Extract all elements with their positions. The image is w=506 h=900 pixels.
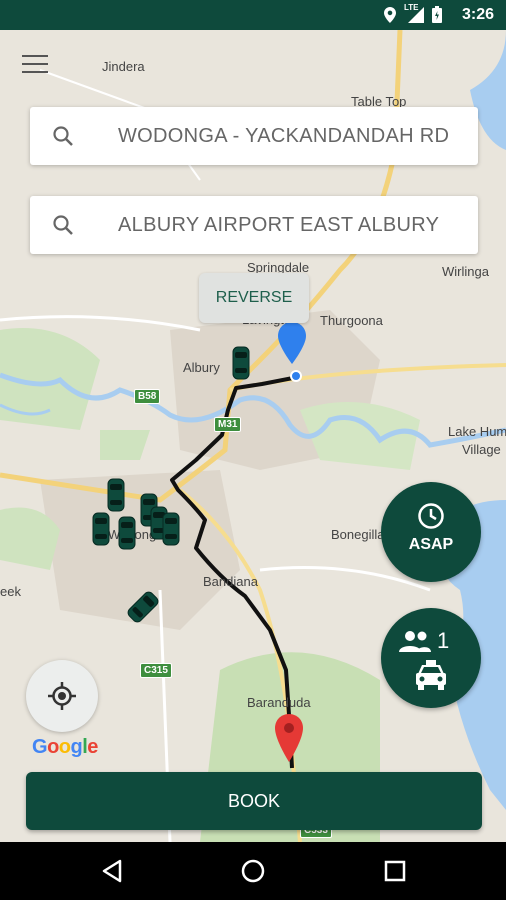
map-label-bandiana: Bandiana — [203, 574, 258, 589]
search-icon — [53, 126, 73, 146]
map-label-jindera: Jindera — [102, 59, 145, 74]
status-bar: LTE 3:26 — [0, 0, 506, 30]
map-label-albury: Albury — [183, 360, 220, 375]
clock-icon — [418, 503, 444, 529]
taxi-car-icon[interactable] — [118, 516, 136, 550]
crosshair-icon — [48, 682, 76, 710]
my-location-button[interactable] — [26, 660, 98, 732]
map-label-baranduda: Baranduda — [247, 695, 311, 710]
location-icon — [384, 6, 396, 23]
android-nav-bar — [0, 842, 506, 900]
passenger-count: 1 — [437, 628, 450, 653]
schedule-time-button[interactable]: ASAP — [381, 482, 481, 582]
dropoff-address: ALBURY AIRPORT EAST ALBURY — [118, 214, 440, 236]
back-icon[interactable] — [100, 859, 124, 883]
status-icons: LTE — [384, 3, 442, 23]
lte-signal-icon: LTE — [404, 3, 424, 23]
map-label-creek: eek — [0, 584, 21, 599]
search-icon — [53, 215, 73, 235]
map-label-bonegilla: Bonegilla — [331, 527, 385, 542]
pickup-address: WODONGA - YACKANDANDAH RD — [118, 125, 450, 147]
map-label-village: Village — [462, 442, 501, 457]
battery-icon — [432, 6, 442, 23]
book-button[interactable]: BOOK — [26, 772, 482, 830]
road-shield-m31: M31 — [214, 417, 242, 432]
map-label-thurgoona: Thurgoona — [320, 313, 383, 328]
dropoff-search-field[interactable]: ALBURY AIRPORT EAST ALBURY — [30, 196, 478, 254]
hamburger-menu-icon[interactable] — [22, 55, 48, 75]
schedule-time-label: ASAP — [408, 536, 454, 553]
dropoff-pin-icon[interactable] — [274, 714, 304, 762]
pickup-pin-icon[interactable] — [277, 322, 307, 384]
people-icon — [399, 631, 431, 652]
map-label-lake-hume: Lake Hume — [448, 424, 506, 439]
reverse-button[interactable]: REVERSE — [199, 273, 309, 323]
map-label-wirlinga: Wirlinga — [442, 264, 489, 279]
taxi-car-icon[interactable] — [92, 512, 110, 546]
taxi-car-icon[interactable] — [107, 478, 125, 512]
passengers-vehicle-button[interactable]: 1 — [381, 608, 481, 708]
pickup-search-field[interactable]: WODONGA - YACKANDANDAH RD — [30, 107, 478, 165]
status-time: 3:26 — [461, 6, 494, 23]
taxi-car-icon[interactable] — [162, 512, 180, 546]
recents-icon[interactable] — [384, 860, 406, 882]
taxi-icon — [416, 660, 446, 690]
road-shield-b58: B58 — [134, 389, 161, 404]
google-attribution-logo: Google — [32, 736, 98, 758]
taxi-car-icon[interactable] — [232, 346, 250, 380]
home-icon[interactable] — [241, 859, 265, 883]
road-shield-c315: C315 — [140, 663, 172, 678]
